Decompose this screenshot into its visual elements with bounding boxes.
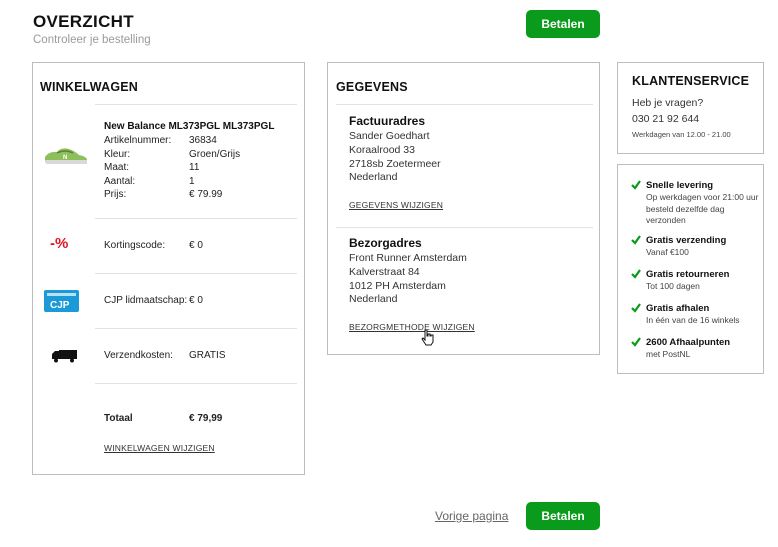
delivery-line: Front Runner Amsterdam xyxy=(349,252,467,264)
delivery-title: Bezorgadres xyxy=(349,236,422,250)
field-value: 1 xyxy=(189,176,195,187)
check-icon xyxy=(631,337,641,347)
divider xyxy=(95,328,297,329)
details-panel: GEGEVENS Factuuradres Sander Goedhart Ko… xyxy=(327,62,600,355)
usp-desc: Vanaf €100 xyxy=(646,247,689,257)
customer-service-panel: KLANTENSERVICE Heb je vragen? 030 21 92 … xyxy=(617,62,764,154)
customer-service-heading: KLANTENSERVICE xyxy=(632,74,750,88)
field-label: Kleur: xyxy=(104,149,131,160)
field-label: Artikelnummer: xyxy=(104,135,172,146)
usp-title: Snelle levering xyxy=(646,180,714,191)
check-icon xyxy=(631,235,641,245)
page-subtitle: Controleer je bestelling xyxy=(33,34,151,46)
field-value: 36834 xyxy=(189,135,217,146)
billing-line: Sander Goedhart xyxy=(349,130,430,142)
edit-details-link[interactable]: GEGEVENS WIJZIGEN xyxy=(349,200,443,210)
delivery-line: 1012 PH Amsterdam xyxy=(349,280,446,292)
billing-line: Koraalrood 33 xyxy=(349,144,415,156)
usp-desc: In één van de 16 winkels xyxy=(646,315,740,325)
phone-number[interactable]: 030 21 92 644 xyxy=(632,113,699,125)
field-label: Aantal: xyxy=(104,176,136,187)
svg-text:N: N xyxy=(63,155,67,161)
edit-cart-link[interactable]: WINKELWAGEN WIJZIGEN xyxy=(104,443,215,453)
total-label: Totaal xyxy=(104,413,133,424)
delivery-line: Nederland xyxy=(349,293,398,305)
cjp-label: CJP lidmaatschap: xyxy=(104,295,188,306)
pay-button-bottom[interactable]: Betalen xyxy=(526,502,600,530)
hand-cursor-icon xyxy=(421,329,434,346)
edit-delivery-link[interactable]: BEZORGMETHODE WIJZIGEN xyxy=(349,322,475,332)
question-text: Heb je vragen? xyxy=(632,97,704,109)
usp-title: Gratis verzending xyxy=(646,235,727,246)
pay-button-top[interactable]: Betalen xyxy=(526,10,600,38)
discount-value: € 0 xyxy=(189,240,203,251)
usp-title: Gratis retourneren xyxy=(646,269,730,280)
billing-line: Nederland xyxy=(349,171,398,183)
usp-title: Gratis afhalen xyxy=(646,303,710,314)
divider xyxy=(336,227,593,228)
details-heading: GEGEVENS xyxy=(336,80,408,94)
usp-title: 2600 Afhaalpunten xyxy=(646,337,731,348)
cart-panel: WINKELWAGEN N New Balance ML373PGL ML373… xyxy=(32,62,305,475)
divider xyxy=(95,383,297,384)
divider xyxy=(336,104,593,105)
usp-desc: Op werkdagen voor 21:00 uur besteld deze… xyxy=(646,192,759,225)
discount-label: Kortingscode: xyxy=(104,240,166,251)
cjp-icon-label: CJP xyxy=(50,300,70,311)
product-name: New Balance ML373PGL ML373PGL xyxy=(104,121,275,132)
product-image: N xyxy=(45,148,87,164)
divider xyxy=(95,273,297,274)
field-value: € 79.99 xyxy=(189,189,223,200)
shipping-value: GRATIS xyxy=(189,350,226,361)
field-value: 11 xyxy=(189,162,200,173)
billing-line: 2718sb Zoetermeer xyxy=(349,158,441,170)
cart-heading: WINKELWAGEN xyxy=(40,80,139,94)
divider xyxy=(95,104,297,105)
page-title: OVERZICHT xyxy=(33,12,134,31)
divider xyxy=(95,218,297,219)
usp-desc: met PostNL xyxy=(646,349,691,359)
cjp-icon: CJP xyxy=(44,290,79,312)
total-value: € 79,99 xyxy=(189,413,223,424)
opening-hours: Werkdagen van 12.00 - 21.00 xyxy=(632,130,731,139)
discount-icon: -% xyxy=(50,235,69,252)
usp-desc: Tot 100 dagen xyxy=(646,281,700,291)
field-label: Prijs: xyxy=(104,189,127,200)
previous-page-link[interactable]: Vorige pagina xyxy=(435,509,508,523)
check-icon xyxy=(631,180,641,190)
cjp-value: € 0 xyxy=(189,295,203,306)
check-icon xyxy=(631,269,641,279)
shipping-label: Verzendkosten: xyxy=(104,350,173,361)
field-value: Groen/Grijs xyxy=(189,149,241,160)
truck-icon xyxy=(52,350,77,363)
check-icon xyxy=(631,303,641,313)
usp-panel: Snelle levering Op werkdagen voor 21:00 … xyxy=(617,164,764,374)
field-label: Maat: xyxy=(104,162,130,173)
billing-title: Factuuradres xyxy=(349,114,426,128)
delivery-line: Kalverstraat 84 xyxy=(349,266,420,278)
